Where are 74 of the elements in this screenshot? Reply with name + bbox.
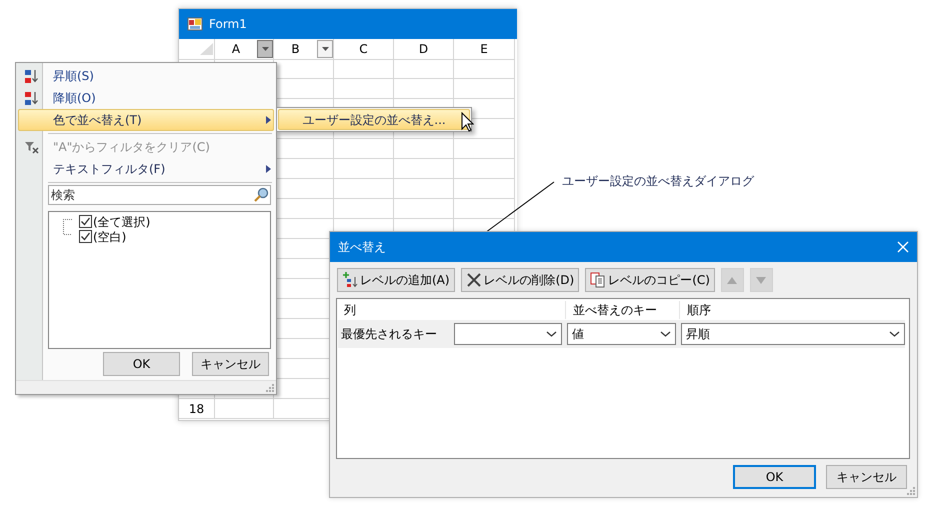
row-label: 最優先されるキー [340,326,438,343]
filter-dropdown-button[interactable] [257,40,273,58]
menu-item[interactable]: 色で並べ替え(T) [18,109,274,131]
grid-cell[interactable] [334,159,394,179]
chevron-down-icon [546,330,558,338]
grid-cell[interactable] [394,59,454,79]
column-header: A [232,41,240,58]
dropdown-field[interactable]: 昇順 [680,323,906,345]
close-icon[interactable] [897,241,909,253]
resize-grip-icon[interactable] [907,487,915,495]
toolbar-button[interactable]: レベルの削除(D) [460,268,580,292]
dialog-button[interactable]: OK [733,465,816,489]
row-header: 18 [179,399,215,419]
app-icon [187,16,203,32]
grid-cell[interactable] [454,139,515,159]
toolbar-button[interactable]: レベルのコピー(C) [585,268,715,292]
corner-icon[interactable] [198,42,214,56]
grid-cell[interactable] [394,199,454,219]
clear-filter-icon [24,140,38,154]
grid-cell[interactable] [454,199,515,219]
chevron-down-icon [889,330,900,338]
grid-cell[interactable] [454,179,515,199]
menu-item[interactable]: テキストフィルタ(F) [18,158,274,180]
dialog-button[interactable]: OK [103,352,180,376]
grid-cell[interactable] [394,79,454,99]
up-arrow-icon [726,274,738,286]
menu-item[interactable]: ユーザー設定の並べ替え... [278,109,470,130]
grid-cell[interactable] [334,59,394,79]
window-title: Form1 [209,16,247,33]
grid-cell[interactable] [454,59,515,79]
chevron-down-icon [660,330,671,338]
search-field[interactable]: 検索 [48,185,271,205]
column-header: D [418,41,428,58]
checkbox-label: (空白) [93,228,126,246]
down-arrow-icon [755,274,768,286]
grid-cell[interactable] [334,139,394,159]
dialog-button[interactable]: キャンセル [826,465,907,489]
column-header: E [480,41,488,58]
dropdown-field[interactable]: 値 [567,323,676,345]
submenu-arrow-icon [263,115,273,125]
dropdown-field[interactable] [454,323,562,345]
resize-grip-icon[interactable] [266,384,274,392]
grid-cell[interactable] [394,159,454,179]
annotation-text: ユーザー設定の並べ替えダイアログ [562,173,754,190]
column-header: B [291,41,300,58]
submenu-arrow-icon [263,164,273,174]
grid-cell[interactable] [394,139,454,159]
dialog-button[interactable]: キャンセル [192,352,269,376]
grid-cell[interactable] [215,399,274,419]
copy-icon [590,272,606,288]
menu-item[interactable]: 降順(O) [18,87,274,109]
column-header: 並べ替えのキー [565,300,679,318]
column-header: 順序 [679,300,905,318]
delete-icon [466,272,482,288]
add-level-icon [342,272,358,288]
column-header: 列 [343,302,357,318]
checkbox[interactable] [79,230,92,243]
grid-cell[interactable] [334,199,394,219]
tree-line [63,216,73,238]
column-header: C [359,41,368,58]
grid-cell[interactable] [334,179,394,199]
sort-descending-icon [24,90,38,106]
grid-cell[interactable] [334,79,394,99]
checkbox-label: (全て選択) [93,214,150,230]
grid-cell[interactable] [394,179,454,199]
sort-ascending-icon [24,68,38,84]
search-icon [253,187,269,203]
dialog-title: 並べ替え [338,239,386,256]
filter-dropdown-button[interactable] [317,40,333,58]
grid-cell[interactable] [454,159,515,179]
checkbox[interactable] [79,215,92,228]
menu-item[interactable]: 昇順(S) [18,65,274,87]
grid-cell[interactable] [454,79,515,99]
toolbar-button[interactable]: レベルの追加(A) [337,268,455,292]
